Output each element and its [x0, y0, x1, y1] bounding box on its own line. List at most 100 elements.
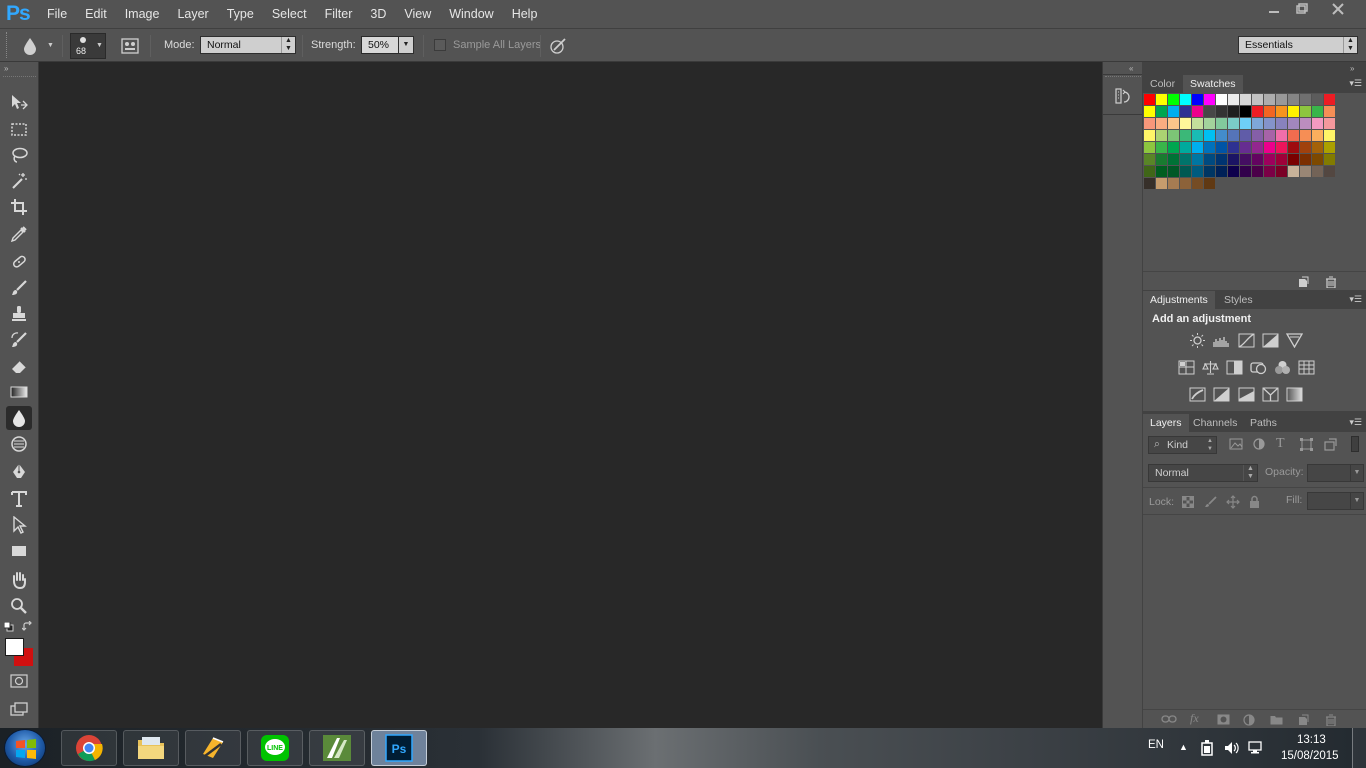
color-swatch[interactable]: [1240, 154, 1251, 165]
options-bar-grip[interactable]: [6, 32, 10, 58]
color-swatch[interactable]: [1156, 130, 1167, 141]
sample-all-layers-checkbox[interactable]: [434, 39, 446, 51]
expand-dock-icon[interactable]: «: [1129, 64, 1133, 73]
color-swatch[interactable]: [1324, 94, 1335, 105]
color-swatch[interactable]: [1192, 142, 1203, 153]
color-swatch[interactable]: [1300, 154, 1311, 165]
color-swatch[interactable]: [1144, 142, 1155, 153]
input-language[interactable]: EN: [1148, 739, 1164, 751]
default-colors-icon[interactable]: [3, 621, 14, 635]
color-swatch[interactable]: [1180, 166, 1191, 177]
color-swatch[interactable]: [1216, 130, 1227, 141]
lock-position-icon[interactable]: [1226, 495, 1240, 512]
color-swatch[interactable]: [1312, 154, 1323, 165]
color-swatch[interactable]: [1204, 154, 1215, 165]
color-swatch[interactable]: [1180, 154, 1191, 165]
color-swatch[interactable]: [1240, 142, 1251, 153]
color-swatch[interactable]: [1192, 106, 1203, 117]
path-selection-tool-icon[interactable]: [6, 513, 32, 537]
color-swatch[interactable]: [1228, 94, 1239, 105]
color-swatch[interactable]: [1156, 154, 1167, 165]
color-swatch[interactable]: [1276, 142, 1287, 153]
menu-edit[interactable]: Edit: [76, 0, 116, 28]
tab-paths[interactable]: Paths: [1243, 414, 1284, 432]
gradient-tool-icon[interactable]: [6, 380, 32, 404]
gradient-map-icon[interactable]: [1286, 387, 1303, 402]
color-swatch[interactable]: [1300, 142, 1311, 153]
color-swatch[interactable]: [1192, 94, 1203, 105]
color-swatch[interactable]: [1312, 118, 1323, 129]
volume-icon[interactable]: [1224, 741, 1240, 758]
color-swatch[interactable]: [1312, 166, 1323, 177]
menu-filter[interactable]: Filter: [316, 0, 362, 28]
rectangular-marquee-tool-icon[interactable]: [6, 117, 32, 141]
color-swatch[interactable]: [1204, 94, 1215, 105]
magic-wand-tool-icon[interactable]: [6, 169, 32, 193]
color-swatch[interactable]: [1264, 94, 1275, 105]
new-swatch-icon[interactable]: [1297, 276, 1309, 291]
color-swatch[interactable]: [1216, 166, 1227, 177]
color-swatch[interactable]: [1168, 142, 1179, 153]
color-swatch[interactable]: [1156, 118, 1167, 129]
power-icon[interactable]: [1200, 740, 1214, 759]
color-swatch[interactable]: [1192, 130, 1203, 141]
color-swatch[interactable]: [1204, 142, 1215, 153]
color-swatch[interactable]: [1216, 106, 1227, 117]
document-canvas-area[interactable]: [40, 62, 1102, 728]
color-swatch[interactable]: [1192, 154, 1203, 165]
color-swatch[interactable]: [1192, 178, 1203, 189]
color-swatch[interactable]: [1312, 94, 1323, 105]
selective-color-icon[interactable]: [1262, 387, 1279, 402]
color-swatch[interactable]: [1312, 142, 1323, 153]
color-swatch[interactable]: [1228, 130, 1239, 141]
color-swatch[interactable]: [1300, 118, 1311, 129]
color-swatch[interactable]: [1168, 166, 1179, 177]
black-white-icon[interactable]: [1226, 360, 1243, 375]
menu-image[interactable]: Image: [116, 0, 169, 28]
color-swatch[interactable]: [1324, 106, 1335, 117]
close-icon[interactable]: [1327, 2, 1349, 20]
invert-icon[interactable]: [1189, 387, 1206, 402]
color-swatch[interactable]: [1324, 130, 1335, 141]
pressure-icon[interactable]: [548, 37, 568, 58]
spot-healing-brush-tool-icon[interactable]: [6, 250, 32, 274]
blur-tool-preset-icon[interactable]: [22, 37, 38, 58]
menu-help[interactable]: Help: [503, 0, 547, 28]
color-swatch[interactable]: [1156, 142, 1167, 153]
color-swatch[interactable]: [1264, 130, 1275, 141]
brush-preset-picker[interactable]: 68 ▼: [70, 33, 106, 59]
minimize-icon[interactable]: [1263, 2, 1285, 20]
taskbar-line[interactable]: LINE: [247, 730, 303, 766]
quick-mask-icon[interactable]: [10, 674, 28, 691]
color-swatch[interactable]: [1276, 130, 1287, 141]
panel-menu-icon[interactable]: ▾☰: [1349, 294, 1362, 305]
eyedropper-tool-icon[interactable]: [6, 222, 32, 246]
color-swatch[interactable]: [1180, 106, 1191, 117]
blur-tool-icon[interactable]: [6, 406, 32, 430]
posterize-icon[interactable]: [1213, 387, 1230, 402]
color-swatch[interactable]: [1252, 94, 1263, 105]
lasso-tool-icon[interactable]: [6, 143, 32, 167]
network-icon[interactable]: [1248, 741, 1264, 758]
opacity-dropdown-button[interactable]: ▼: [1350, 464, 1364, 482]
lock-image-pixels-icon[interactable]: [1204, 496, 1217, 511]
color-swatch[interactable]: [1288, 106, 1299, 117]
type-tool-icon[interactable]: [6, 487, 32, 511]
new-group-icon[interactable]: [1270, 714, 1283, 728]
filter-shape-layers-icon[interactable]: [1300, 438, 1313, 454]
panel-menu-icon[interactable]: ▾☰: [1349, 417, 1362, 428]
color-swatch[interactable]: [1276, 118, 1287, 129]
color-swatch[interactable]: [1216, 142, 1227, 153]
opacity-input[interactable]: [1307, 464, 1351, 482]
show-desktop-button[interactable]: [1352, 728, 1366, 768]
fill-input[interactable]: [1307, 492, 1351, 510]
show-hidden-icons-icon[interactable]: ▲: [1179, 742, 1188, 752]
color-swatch[interactable]: [1276, 94, 1287, 105]
zoom-tool-icon[interactable]: [6, 594, 32, 618]
menu-layer[interactable]: Layer: [168, 0, 217, 28]
collapse-dock-icon[interactable]: »: [1350, 64, 1354, 73]
color-swatch[interactable]: [1168, 118, 1179, 129]
color-swatch[interactable]: [1276, 154, 1287, 165]
color-swatch[interactable]: [1228, 106, 1239, 117]
channel-mixer-icon[interactable]: [1274, 360, 1291, 375]
